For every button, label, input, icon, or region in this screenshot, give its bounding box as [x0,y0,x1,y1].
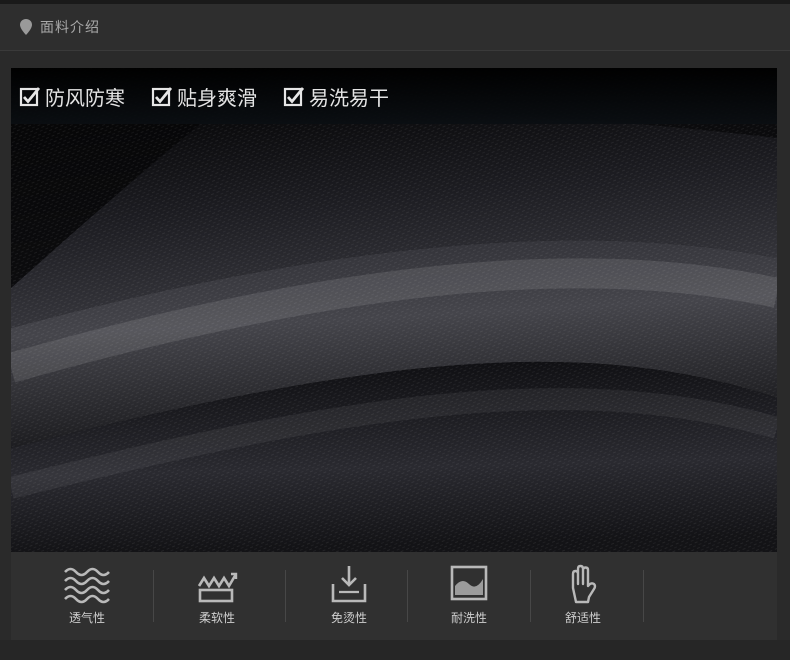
image-frame-icon [450,565,488,601]
property-item: 舒适性 [559,552,607,640]
checkbox-checked-icon [283,87,305,107]
property-label: 耐洗性 [450,611,487,625]
section-header: 面料介绍 [0,4,790,51]
property-label: 柔软性 [198,611,235,625]
section-title: 面料介绍 [40,20,100,36]
feature-label: 易洗易干 [309,85,389,110]
property-label: 舒适性 [564,611,601,625]
page: 面料介绍 防风防寒 贴身爽滑 易洗易干 透气性 柔软性 免烫性 耐洗性 舒适性 [0,0,790,660]
soft-zigzag-icon [197,572,238,603]
property-item: 耐洗性 [445,552,493,640]
features-bar: 防风防寒 贴身爽滑 易洗易干 [11,68,777,124]
feature-label: 贴身爽滑 [177,85,257,110]
property-item: 免烫性 [325,552,373,640]
divider [643,570,644,622]
property-item: 透气性 [63,552,111,640]
location-pin-icon [20,19,32,35]
property-label: 透气性 [68,611,105,625]
fabric-photo: 防风防寒 贴身爽滑 易洗易干 [11,68,777,552]
property-item: 柔软性 [193,552,241,640]
hand-icon [571,564,597,604]
feature-item: 防风防寒 [19,82,125,111]
download-tray-icon [331,566,367,603]
bottom-strip [0,640,790,660]
divider [407,570,408,622]
divider [285,570,286,622]
waves-icon [64,567,110,604]
feature-label: 防风防寒 [45,85,125,110]
property-label: 免烫性 [330,611,367,625]
divider [153,570,154,622]
checkbox-checked-icon [151,87,173,107]
fabric-image [11,68,777,552]
checkbox-checked-icon [19,87,41,107]
divider [530,570,531,622]
feature-item: 易洗易干 [283,82,389,111]
feature-item: 贴身爽滑 [151,82,257,111]
properties-bar: 透气性 柔软性 免烫性 耐洗性 舒适性 [11,552,777,640]
